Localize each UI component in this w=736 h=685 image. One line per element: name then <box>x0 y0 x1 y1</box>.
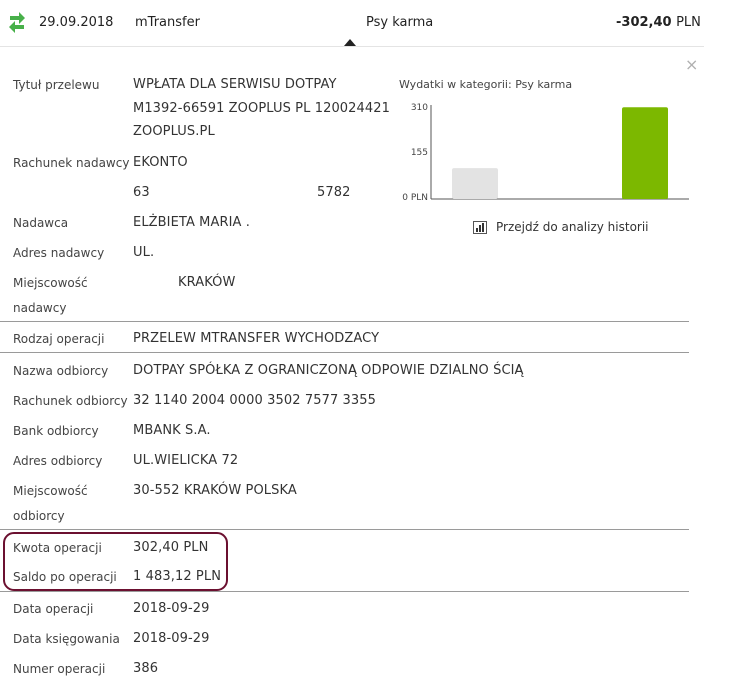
numer-operacji-label: Numer operacji <box>13 662 106 676</box>
miejscowosc-nadawcy-label1: Miejscowość <box>13 276 88 290</box>
transaction-amount: -302,40 PLN <box>616 15 701 30</box>
adres-odbiorcy-label: Adres odbiorcy <box>13 454 103 468</box>
y-tick-label: 155 <box>411 148 428 158</box>
history-analysis-link[interactable]: Przejdź do analizy historii <box>496 220 649 234</box>
nadawca-label: Nadawca <box>13 216 69 230</box>
bar-chart-icon[interactable] <box>473 221 487 234</box>
bank-odbiorcy-value: MBANK S.A. <box>133 423 211 438</box>
close-icon[interactable]: × <box>685 57 698 73</box>
transaction-category: Psy karma <box>366 15 434 30</box>
numer-operacji-value: 386 <box>133 661 159 676</box>
bank-odbiorcy-label: Bank odbiorcy <box>13 424 99 438</box>
miejscowosc-odbiorcy-label1: Miejscowość <box>13 484 88 498</box>
miejscowosc-nadawcy-value: KRAKÓW <box>178 275 236 290</box>
rachunek-odbiorcy-value: 32 1140 2004 0000 3502 7577 3355 <box>133 393 377 408</box>
data-ksiegowania-value: 2018-09-29 <box>133 631 210 646</box>
divider <box>0 529 689 530</box>
data-operacji-value: 2018-09-29 <box>133 601 210 616</box>
rachunek-nadawcy-part2: 5782 <box>317 185 351 200</box>
data-ksiegowania-label: Data księgowania <box>13 632 120 646</box>
transaction-type: mTransfer <box>135 15 200 30</box>
adres-odbiorcy-value: UL.WIELICKA 72 <box>133 453 239 468</box>
nazwa-odbiorcy-value: DOTPAY SPÓŁKA Z OGRANICZONĄ ODPOWIE DZIA… <box>133 363 524 378</box>
miejscowosc-nadawcy-label2: nadawcy <box>13 301 67 315</box>
nadawca-value: ELŻBIETA MARIA . <box>133 215 251 230</box>
tytul-line1: WPŁATA DLA SERWISU DOTPAY <box>133 77 337 92</box>
adres-nadawcy-value: UL. <box>133 245 155 260</box>
rachunek-nadawcy-line1: EKONTO <box>133 155 188 170</box>
tytul-line2: M1392-66591 ZOOPLUS PL 120024421 <box>133 101 391 116</box>
chart-bar-current <box>622 107 668 199</box>
miejscowosc-odbiorcy-label2: odbiorcy <box>13 509 65 523</box>
divider <box>0 352 689 353</box>
tytul-label: Tytuł przelewu <box>13 78 100 92</box>
expand-pointer-icon <box>344 39 356 46</box>
rodzaj-value: PRZELEW MTRANSFER WYCHODZACY <box>133 331 380 346</box>
data-operacji-label: Data operacji <box>13 602 94 616</box>
chart-bar-previous <box>452 168 498 199</box>
transfer-arrows-icon <box>9 12 25 33</box>
rachunek-nadawcy-part1: 63 <box>133 185 150 200</box>
transaction-date: 29.09.2018 <box>39 15 114 30</box>
tytul-line3: ZOOPLUS.PL <box>133 124 215 139</box>
nazwa-odbiorcy-label: Nazwa odbiorcy <box>13 364 109 378</box>
adres-nadawcy-label: Adres nadawcy <box>13 246 105 260</box>
chart-title: Wydatki w kategorii: Psy karma <box>399 78 573 91</box>
highlight-annotation <box>3 532 228 591</box>
y-tick-label: 0 PLN <box>402 193 428 203</box>
rachunek-odbiorcy-label: Rachunek odbiorcy <box>13 394 128 408</box>
category-spending-chart: 310 155 0 PLN <box>402 103 689 203</box>
divider <box>0 321 689 322</box>
divider <box>0 591 689 592</box>
y-tick-label: 310 <box>411 103 428 113</box>
miejscowosc-odbiorcy-value: 30-552 KRAKÓW POLSKA <box>133 483 297 498</box>
rodzaj-label: Rodzaj operacji <box>13 332 105 346</box>
rachunek-nadawcy-label: Rachunek nadawcy <box>13 156 130 170</box>
